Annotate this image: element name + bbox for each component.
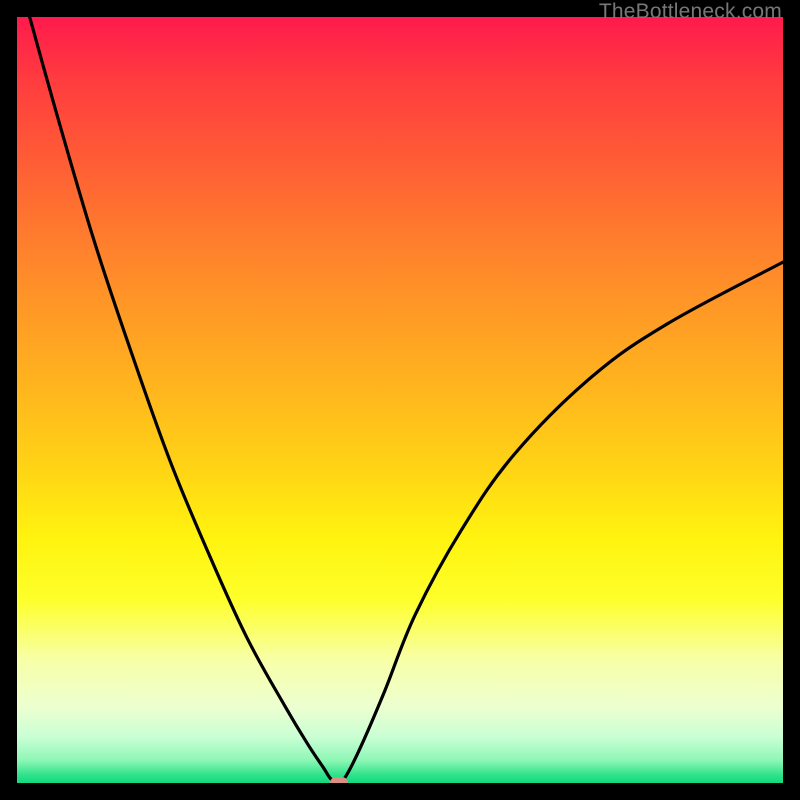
chart-frame xyxy=(17,17,783,783)
optimal-point-marker xyxy=(330,777,348,783)
watermark-text: TheBottleneck.com xyxy=(599,0,782,24)
curve-svg xyxy=(17,17,783,783)
bottleneck-curve xyxy=(17,17,783,783)
plot-area xyxy=(17,17,783,783)
